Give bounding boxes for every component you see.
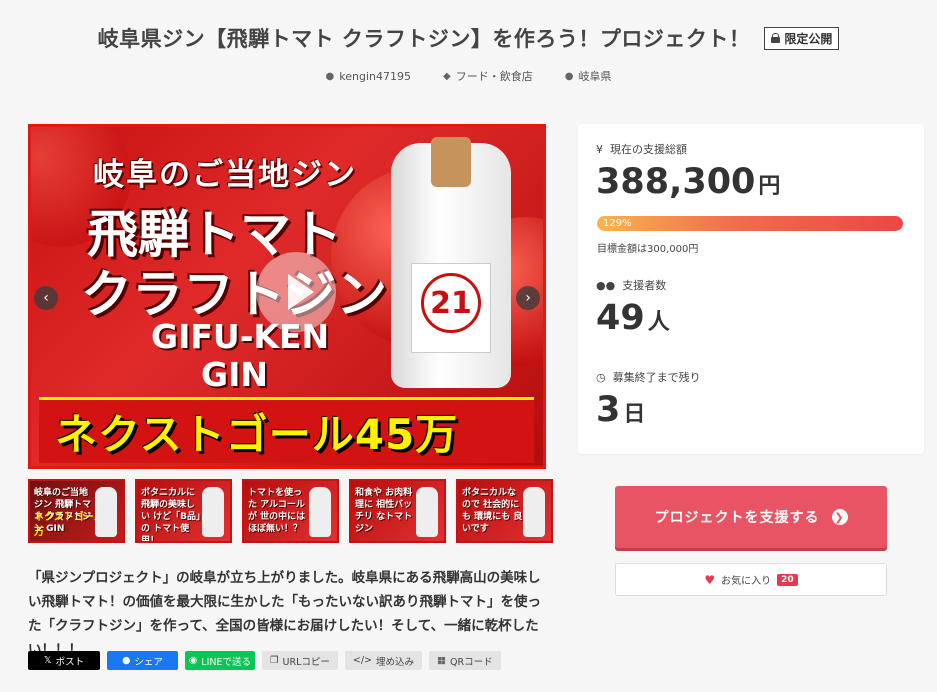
thumbnail-text: ボタニカルに 飛騨の美味しい けど「B品」の トマト使用！ [141, 488, 201, 543]
map-pin-icon: ● [564, 70, 574, 82]
thumbnail[interactable]: トマトを使った アルコールが 世の中には ほぼ無い！？ [242, 479, 339, 543]
remaining-label-text: 募集終了まで残り [612, 371, 701, 384]
remaining-label: ◷ 募集終了まで残り [596, 369, 701, 385]
hero-banner: ネクストゴール45万 [39, 397, 534, 463]
supporters-count: 49 人 [596, 298, 670, 338]
hero-banner-text: ネクストゴール45万 [55, 410, 459, 459]
chevron-left-icon: ‹ [43, 290, 49, 306]
goal-amount: 目標金額は300,000円 [597, 244, 699, 255]
progress-percent: 129% [603, 218, 632, 229]
code-icon: </> [352, 655, 373, 666]
facebook-share-button[interactable]: ● シェア [107, 651, 178, 670]
hero-line-3: クラフトジン [81, 266, 388, 325]
tag-icon: ◆ [443, 70, 451, 82]
thumbnail[interactable]: ボタニカルなので 社会的にも 環境にも 良いです [456, 479, 553, 543]
bottle-cap [431, 137, 471, 187]
thumbnail-strip: 岐阜のご当地ジン 飛騨トマト クラフトジン GIN ネクストゴール45万 ボタニ… [28, 479, 553, 543]
facebook-share-label: シェア [134, 656, 163, 668]
x-post-button[interactable]: 𝕏 ポスト [28, 651, 100, 670]
x-icon: 𝕏 [43, 655, 52, 666]
chevron-right-icon: › [525, 290, 531, 306]
qr-icon: ▦ [437, 655, 447, 666]
copy-icon: ❐ [270, 655, 279, 666]
funding-stats-card: ¥ 現在の支援総額 388,300 円 129% 目標金額は300,000円 ●●… [578, 124, 924, 454]
favorite-count: 20 [777, 573, 798, 586]
bottle-image: 21 [391, 137, 511, 388]
play-icon[interactable] [256, 252, 336, 332]
bottle-image [95, 487, 117, 537]
share-buttons: 𝕏 ポスト ● シェア ◉ LINEで送る ❐ URLコピー </> 埋め込み … [28, 651, 501, 670]
url-copy-label: URLコピー [282, 656, 330, 668]
title-row: 岐阜県ジン【飛騨トマト クラフトジン】を作ろう！プロジェクト！ 限定公開 [0, 23, 937, 53]
owner-name: kengin47195 [339, 69, 412, 83]
category-name: フード・飲食店 [455, 70, 533, 83]
facebook-icon: ● [122, 655, 131, 666]
line-send-button[interactable]: ◉ LINEで送る [185, 651, 255, 670]
location-name: 岐阜県 [578, 70, 612, 83]
category-link[interactable]: ◆ フード・飲食店 [443, 68, 533, 84]
prev-slide-button[interactable]: ‹ [34, 286, 58, 310]
project-description: 「県ジンプロジェクト」の岐阜が立ち上がりました。岐阜県にある飛騨高山の美味しい飛… [28, 570, 541, 658]
url-copy-button[interactable]: ❐ URLコピー [262, 651, 338, 670]
owner-link[interactable]: ● kengin47195 [326, 68, 411, 84]
private-badge: 限定公開 [764, 26, 840, 50]
favorite-button[interactable]: ♥ お気に入り 20 [615, 563, 887, 596]
remaining-days: 3日 [596, 390, 645, 430]
supporters-unit: 人 [647, 310, 670, 335]
bottle-image [202, 487, 224, 537]
project-meta: ● kengin47195 ◆ フード・飲食店 ● 岐阜県 [0, 68, 937, 84]
progress-fill: 129% [597, 216, 903, 231]
favorite-label: お気に入り [721, 576, 772, 587]
bottle-number: 21 [421, 273, 481, 333]
embed-button[interactable]: </> 埋め込み [344, 651, 423, 670]
page-title: 岐阜県ジン【飛騨トマト クラフトジン】を作ろう！プロジェクト！ [97, 27, 751, 51]
line-icon: ◉ [188, 655, 198, 666]
qr-code-label: QRコード [450, 656, 493, 668]
thumbnail-text: 和食や お肉料理に 相性バッチリ なトマトジン [355, 488, 413, 534]
users-icon: ●● [596, 278, 616, 292]
arrow-right-icon: ❯ [831, 509, 848, 525]
total-amount: 388,300 円 [596, 162, 780, 202]
thumbnail-text: ボタニカルなので 社会的にも 環境にも 良いです [462, 488, 523, 534]
private-badge-label: 限定公開 [784, 31, 833, 46]
clock-icon: ◷ [596, 370, 606, 384]
supporters-value: 49 [596, 298, 645, 338]
total-amount-label: ¥ 現在の支援総額 [596, 141, 687, 157]
x-post-label: ポスト [55, 656, 85, 668]
main-video[interactable]: 21 岐阜のご当地ジン 飛騨トマト クラフトジン GIFU-KEN GIN ネク… [28, 124, 546, 469]
embed-label: 埋め込み [376, 656, 415, 668]
lock-icon [771, 33, 781, 43]
funding-progress-bar: 129% [597, 216, 903, 231]
thumbnail[interactable]: 和食や お肉料理に 相性バッチリ なトマトジン [349, 479, 446, 543]
thumbnail[interactable]: 岐阜のご当地ジン 飛騨トマト クラフトジン GIN ネクストゴール45万 [28, 479, 125, 543]
next-slide-button[interactable]: › [516, 286, 540, 310]
heart-icon: ♥ [704, 572, 716, 587]
thumbnail-text: トマトを使った アルコールが 世の中には ほぼ無い！？ [248, 488, 306, 534]
support-project-button[interactable]: プロジェクトを支援する ❯ [615, 486, 887, 548]
supporters-label: ●● 支援者数 [596, 277, 666, 293]
line-send-label: LINEで送る [201, 656, 251, 668]
qr-code-button[interactable]: ▦ QRコード [429, 651, 501, 670]
bottle-image [523, 487, 545, 537]
thumbnail[interactable]: ボタニカルに 飛騨の美味しい けど「B品」の トマト使用！ [135, 479, 232, 543]
supporters-label-text: 支援者数 [622, 279, 667, 292]
remaining-unit: 日 [623, 402, 646, 427]
total-amount-value: 388,300 [596, 162, 756, 202]
bottle-image [416, 487, 438, 537]
hero-line-1: 岐阜のご当地ジン [93, 157, 357, 193]
location-link[interactable]: ● 岐阜県 [565, 68, 612, 84]
yen-icon: ¥ [596, 142, 603, 156]
support-project-label: プロジェクトを支援する [654, 510, 820, 526]
remaining-value: 3 [596, 390, 621, 430]
user-icon: ● [325, 70, 335, 82]
bottle-image [309, 487, 331, 537]
total-amount-unit: 円 [758, 174, 781, 199]
hero-line-5: GIN [201, 355, 268, 394]
total-amount-label-text: 現在の支援総額 [610, 143, 687, 156]
